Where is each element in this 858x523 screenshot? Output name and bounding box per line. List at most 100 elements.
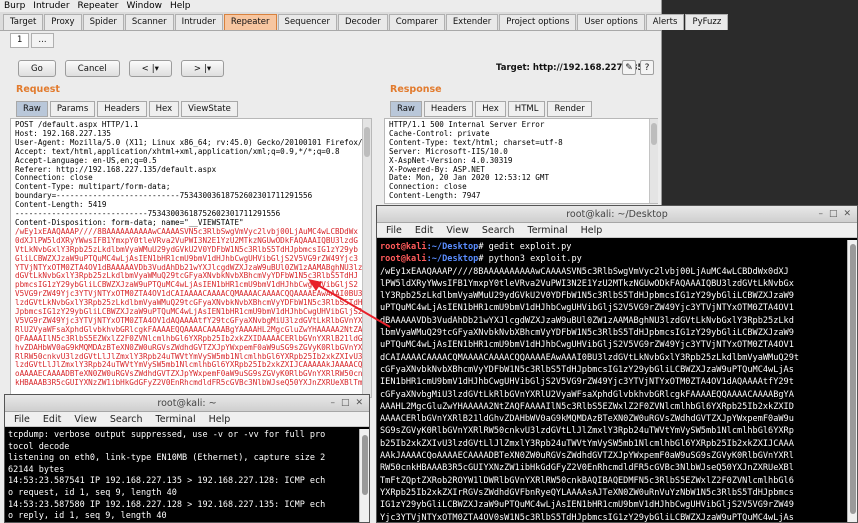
- tab-user-options[interactable]: User options: [577, 14, 645, 30]
- response-line: Content-Type: text/html; charset=utf-8: [389, 138, 563, 147]
- response-editor[interactable]: HTTP/1.1 500 Internal Server Error Cache-…: [384, 118, 658, 204]
- tab-sequencer[interactable]: Sequencer: [277, 14, 337, 30]
- payload-line: V5VG9rZW49Yjc3YTVjNTYxOTM0ZTA4OV1dCAIAAA…: [15, 290, 363, 299]
- menu-window[interactable]: Window: [126, 0, 162, 12]
- output-line: lbmVyaWMuQ29tcGFyaXNvbkNvbXBhcmVyYDFbW1N…: [380, 328, 794, 339]
- response-title: Response: [390, 84, 442, 95]
- output-line: o request, id 1, seq 9, length 40: [8, 487, 177, 498]
- output-line: 14:53:23.587580 IP 192.168.227.128 > 192…: [8, 499, 326, 510]
- close-icon[interactable]: ✕: [843, 206, 851, 223]
- tab-project-options[interactable]: Project options: [499, 14, 577, 30]
- request-tab-raw[interactable]: Raw: [16, 101, 48, 117]
- tab-comparer[interactable]: Comparer: [388, 14, 445, 30]
- minimize-icon[interactable]: –: [818, 206, 823, 223]
- output-line: IG1zY29ybGliLCBWZXJzaW9uPTQuMC4wLjAsIEN1…: [380, 500, 794, 511]
- request-scrollbar[interactable]: [362, 119, 371, 397]
- terminal-tcpdump-scrollbar-thumb[interactable]: [362, 435, 368, 495]
- menu-view[interactable]: View: [74, 412, 97, 426]
- payload-line: lzdGVtLkNvbGxlY3Rpb25zLkdlbmVyaWMuQ29tcG…: [15, 299, 363, 308]
- response-line: Cache-Control: private: [389, 129, 490, 138]
- response-scrollbar[interactable]: [649, 119, 658, 203]
- minimize-icon[interactable]: –: [330, 395, 335, 412]
- menu-file[interactable]: File: [386, 223, 402, 237]
- tab-extender[interactable]: Extender: [445, 14, 499, 30]
- tab-intruder[interactable]: Intruder: [174, 14, 223, 30]
- tab-spider[interactable]: Spider: [82, 14, 124, 30]
- output-line: 62144 bytes: [8, 464, 65, 475]
- menu-terminal[interactable]: Terminal: [528, 223, 568, 237]
- menu-intruder[interactable]: Intruder: [33, 0, 69, 12]
- go-button[interactable]: Go: [18, 60, 56, 77]
- menu-view[interactable]: View: [446, 223, 469, 237]
- request-line: User-Agent: Mozilla/5.0 (X11; Linux x86_…: [15, 138, 367, 147]
- forward-button[interactable]: > |▾: [180, 60, 225, 77]
- maximize-icon[interactable]: □: [341, 395, 350, 412]
- tab-proxy[interactable]: Proxy: [44, 14, 82, 30]
- response-line: X-AspNet-Version: 4.0.30319: [389, 156, 513, 165]
- menu-help[interactable]: Help: [170, 0, 191, 12]
- output-line: uPTQuMC4wLjAsIEN1bHR1cmU9bmV1dHJhbCwgUHV…: [380, 303, 794, 314]
- output-line: TmFtZQptZXRob2ROYW1lDWRlbGVnYXRlRW50cnkB…: [380, 475, 794, 486]
- output-line: o reply, id 1, seq 9, length 40: [8, 511, 167, 522]
- request-editor[interactable]: POST /default.aspx HTTP/1.1 Host: 192.168…: [10, 118, 372, 398]
- response-tab-hex[interactable]: Hex: [475, 101, 506, 117]
- forward-arrow-icon: >: [193, 63, 201, 74]
- request-tab-params[interactable]: Params: [49, 101, 96, 117]
- menu-burp[interactable]: Burp: [4, 0, 25, 12]
- command-line: root@kali:~/Desktop# python3 exploit.py: [380, 254, 582, 265]
- repeater-tab-1[interactable]: 1: [10, 33, 30, 48]
- request-title: Request: [16, 84, 60, 95]
- response-tab-render[interactable]: Render: [547, 101, 592, 117]
- tab-pyfuzz[interactable]: PyFuzz: [685, 14, 729, 30]
- terminal-tcpdump-scrollbar[interactable]: [359, 429, 369, 522]
- help-icon[interactable]: ?: [640, 60, 654, 75]
- payload-line: V5VG9rZW49Yjc3YTVjNTYxOTM0ZTA4OV1dAQAAAA…: [15, 316, 363, 325]
- terminal-exploit-scrollbar-thumb[interactable]: [850, 244, 856, 514]
- maximize-icon[interactable]: □: [829, 206, 838, 223]
- terminal-exploit-screen[interactable]: root@kali:~/Desktop# gedit exploit.py ro…: [377, 240, 847, 522]
- payload-line: JpbmcsIG1zY29ybGliLCBWZXJzaW9uPTQuMC4wLj…: [15, 308, 363, 317]
- menu-help[interactable]: Help: [581, 223, 603, 237]
- tab-repeater[interactable]: Repeater: [223, 14, 277, 30]
- terminal-tcpdump-titlebar[interactable]: root@kali: ~ – □ ✕: [5, 395, 369, 412]
- menu-edit[interactable]: Edit: [415, 223, 433, 237]
- back-button[interactable]: < |▾: [128, 60, 172, 77]
- terminal-exploit-titlebar[interactable]: root@kali: ~/Desktop – □ ✕: [377, 206, 857, 223]
- terminal-exploit-scrollbar[interactable]: [847, 240, 857, 522]
- repeater-tab-new[interactable]: ...: [31, 33, 54, 48]
- edit-target-icon[interactable]: ✎: [622, 60, 636, 75]
- menu-file[interactable]: File: [14, 412, 30, 426]
- menu-search[interactable]: Search: [482, 223, 515, 237]
- output-line: AAAACERlbGVnYXRlB21ldGhvZDAHbWV0aG9kMQMD…: [380, 414, 794, 425]
- response-line: Date: Mon, 20 Jan 2020 12:53:12 GMT: [389, 174, 550, 183]
- payload-line: YTVjNTYxOTM0ZTA4OV1dBAAAAAVDb3VudAhDb21w…: [15, 263, 363, 272]
- request-tab-viewstate[interactable]: ViewState: [181, 101, 238, 117]
- response-line: HTTP/1.1 500 Internal Server Error: [389, 121, 545, 129]
- cancel-button[interactable]: Cancel: [64, 60, 120, 77]
- menu-terminal[interactable]: Terminal: [156, 412, 196, 426]
- response-tab-raw[interactable]: Raw: [390, 101, 422, 117]
- command-line: root@kali:~/Desktop# gedit exploit.py: [380, 242, 572, 252]
- request-tab-headers[interactable]: Headers: [97, 101, 147, 117]
- close-icon[interactable]: ✕: [355, 395, 363, 412]
- request-scrollbar-thumb[interactable]: [364, 127, 370, 157]
- terminal-exploit-menubar: File Edit View Search Terminal Help: [377, 223, 857, 238]
- response-tab-html[interactable]: HTML: [507, 101, 546, 117]
- target-actions: ✎ ?: [622, 60, 654, 75]
- menu-repeater[interactable]: Repeater: [78, 0, 119, 12]
- tab-alerts[interactable]: Alerts: [645, 14, 685, 30]
- menu-search[interactable]: Search: [110, 412, 143, 426]
- response-tab-headers[interactable]: Headers: [423, 101, 474, 117]
- tab-scanner[interactable]: Scanner: [124, 14, 174, 30]
- terminal-tcpdump-screen[interactable]: tcpdump: verbose output suppressed, use …: [5, 429, 359, 522]
- response-tabs: Raw Headers Hex HTML Render: [390, 101, 592, 117]
- tab-target[interactable]: Target: [3, 14, 44, 30]
- payload-line: QFAAAAIlN5c3RlbS5EZWxlZ2F0ZVNlcmlhbGl6YX…: [15, 334, 363, 343]
- payload-line: 0dXJlPW5ldXRyYWwsIFB1YmxpY0tleVRva2VuPWI…: [15, 236, 358, 245]
- request-tab-hex[interactable]: Hex: [148, 101, 180, 117]
- tab-decoder[interactable]: Decoder: [337, 14, 388, 30]
- menu-help[interactable]: Help: [209, 412, 231, 426]
- menu-edit[interactable]: Edit: [43, 412, 61, 426]
- response-scrollbar-thumb[interactable]: [651, 123, 657, 145]
- burp-menubar: Burp Intruder Repeater Window Help: [0, 0, 661, 12]
